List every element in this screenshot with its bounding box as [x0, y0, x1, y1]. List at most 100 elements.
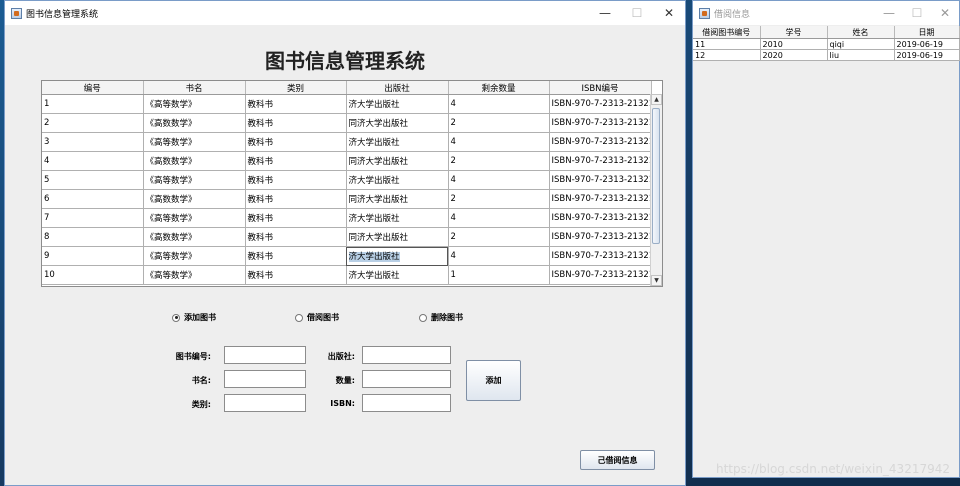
table-cell[interactable]: 1 — [448, 265, 550, 285]
table-cell[interactable]: ISBN-970-7-2313-21321 — [549, 113, 652, 133]
column-header[interactable]: 出版社 — [346, 81, 449, 95]
table-cell[interactable]: 4 — [448, 246, 550, 266]
table-cell[interactable]: 教科书 — [245, 170, 347, 190]
table-cell[interactable]: ISBN-970-7-2313-21321 — [549, 94, 652, 114]
table-cell[interactable]: 8 — [42, 227, 144, 247]
borrow-titlebar[interactable]: 借阅信息 — ☐ ✕ — [693, 1, 959, 25]
table-row[interactable]: 3 《高等数学》 教科书 济大学出版社 4 ISBN-970-7-2313-21321 — [42, 132, 652, 152]
table-cell[interactable]: 2 — [448, 227, 550, 247]
table-cell[interactable]: 10 — [42, 265, 144, 285]
maximize-icon[interactable]: ☐ — [621, 1, 653, 25]
table-row[interactable]: 6 《高数数学》 教科书 同济大学出版社 2 ISBN-970-7-2313-21321 — [42, 189, 652, 209]
table-cell[interactable]: 4 — [448, 132, 550, 152]
book-id-input[interactable] — [224, 346, 306, 364]
table-cell[interactable]: 教科书 — [245, 132, 347, 152]
quantity-input[interactable] — [362, 370, 451, 388]
main-titlebar[interactable]: 图书信息管理系统 — ☐ ✕ — [5, 1, 685, 25]
table-cell[interactable]: 2 — [42, 113, 144, 133]
column-header[interactable]: 姓名 — [827, 26, 895, 39]
column-header[interactable]: 日期 — [894, 26, 960, 39]
table-cell[interactable]: 济大学出版社 — [346, 132, 449, 152]
table-cell[interactable]: 济大学出版社 — [346, 208, 449, 228]
column-header[interactable]: 借阅图书编号 — [693, 26, 761, 39]
table-cell[interactable]: 2020 — [760, 49, 828, 61]
table-cell[interactable]: 《高等数学》 — [143, 132, 246, 152]
table-row[interactable]: 10 《高等数学》 教科书 济大学出版社 1 ISBN-970-7-2313-21321 — [42, 265, 652, 285]
radio-borrow-book[interactable]: 借阅图书 — [295, 312, 339, 323]
table-scrollbar[interactable]: ▲ ▼ — [650, 94, 662, 286]
table-cell[interactable]: 教科书 — [245, 151, 347, 171]
table-cell[interactable]: ISBN-970-7-2313-21321 — [549, 170, 652, 190]
radio-delete-book[interactable]: 删除图书 — [419, 312, 463, 323]
table-cell[interactable]: 《高等数学》 — [143, 170, 246, 190]
table-row[interactable]: 5 《高等数学》 教科书 济大学出版社 4 ISBN-970-7-2313-21321 — [42, 170, 652, 190]
table-cell[interactable]: 4 — [448, 208, 550, 228]
table-cell[interactable]: 教科书 — [245, 94, 347, 114]
table-cell[interactable]: 7 — [42, 208, 144, 228]
maximize-icon[interactable]: ☐ — [903, 1, 931, 25]
table-cell[interactable]: 济大学出版社 — [346, 265, 449, 285]
table-row[interactable]: 7 《高等数学》 教科书 济大学出版社 4 ISBN-970-7-2313-21321 — [42, 208, 652, 228]
table-cell[interactable]: 4 — [42, 151, 144, 171]
table-cell[interactable]: 《高等数学》 — [143, 265, 246, 285]
table-cell[interactable]: 2 — [448, 189, 550, 209]
table-cell[interactable]: 4 — [448, 170, 550, 190]
column-header[interactable]: 类别 — [245, 81, 347, 95]
table-cell[interactable]: ISBN-970-7-2313-21321 — [549, 208, 652, 228]
scroll-up-icon[interactable]: ▲ — [651, 94, 662, 105]
table-cell[interactable]: liu — [827, 49, 895, 61]
column-header[interactable]: 剩余数量 — [448, 81, 550, 95]
table-cell[interactable]: 教科书 — [245, 208, 347, 228]
scroll-thumb[interactable] — [652, 108, 660, 244]
column-header[interactable]: 学号 — [760, 26, 828, 39]
table-cell[interactable]: 《高数数学》 — [143, 227, 246, 247]
table-cell[interactable]: 2 — [448, 113, 550, 133]
table-cell[interactable]: 济大学出版社 — [346, 246, 449, 266]
table-cell[interactable]: 《高等数学》 — [143, 246, 246, 266]
table-cell[interactable]: 同济大学出版社 — [346, 151, 449, 171]
table-row[interactable]: 11 2010 qiqi 2019-06-19 — [693, 38, 960, 50]
column-header[interactable]: 书名 — [143, 81, 246, 95]
table-row[interactable]: 1 《高等数学》 教科书 济大学出版社 4 ISBN-970-7-2313-21321 — [42, 94, 652, 114]
column-header[interactable]: ISBN编号 — [549, 81, 652, 95]
title-input[interactable] — [224, 370, 306, 388]
table-cell[interactable]: 9 — [42, 246, 144, 266]
table-cell[interactable]: ISBN-970-7-2313-21321 — [549, 151, 652, 171]
table-cell[interactable]: ISBN-970-7-2313-21321 — [549, 132, 652, 152]
table-cell[interactable]: 《高等数学》 — [143, 208, 246, 228]
table-cell[interactable]: 同济大学出版社 — [346, 113, 449, 133]
category-input[interactable] — [224, 394, 306, 412]
books-table[interactable]: 编号 书名 类别 出版社 剩余数量 ISBN编号 1 《高等数学》 教科书 济大学出版社 4 ISB… — [41, 80, 663, 287]
table-cell[interactable]: ISBN-970-7-2313-21321 — [549, 189, 652, 209]
close-icon[interactable]: ✕ — [931, 1, 959, 25]
table-cell[interactable]: 4 — [448, 94, 550, 114]
table-cell[interactable]: 教科书 — [245, 246, 347, 266]
table-cell[interactable]: ISBN-970-7-2313-21321 — [549, 227, 652, 247]
table-row[interactable]: 4 《高数数学》 教科书 同济大学出版社 2 ISBN-970-7-2313-21321 — [42, 151, 652, 171]
table-cell[interactable]: ISBN-970-7-2313-21321 — [549, 246, 652, 266]
table-cell[interactable]: ISBN-970-7-2313-21321 — [549, 265, 652, 285]
table-cell[interactable]: 11 — [693, 38, 761, 50]
table-cell[interactable]: 5 — [42, 170, 144, 190]
table-row[interactable]: 12 2020 liu 2019-06-19 — [693, 49, 960, 61]
borrow-table[interactable]: 借阅图书编号 学号 姓名 日期 11 2010 qiqi 2019-06-19 12 2020 l… — [693, 26, 960, 61]
table-cell[interactable]: 2019-06-19 — [894, 49, 960, 61]
table-cell[interactable]: 教科书 — [245, 113, 347, 133]
table-cell[interactable]: 济大学出版社 — [346, 94, 449, 114]
table-row[interactable]: 9 《高等数学》 教科书 济大学出版社 4 ISBN-970-7-2313-21321 — [42, 246, 652, 266]
table-cell[interactable]: 3 — [42, 132, 144, 152]
table-cell[interactable]: 教科书 — [245, 189, 347, 209]
table-cell[interactable]: 2010 — [760, 38, 828, 50]
table-cell[interactable]: 《高等数学》 — [143, 94, 246, 114]
table-cell[interactable]: 《高数数学》 — [143, 113, 246, 133]
add-book-button[interactable]: 添加 — [466, 360, 521, 401]
table-row[interactable]: 2 《高数数学》 教科书 同济大学出版社 2 ISBN-970-7-2313-21321 — [42, 113, 652, 133]
minimize-icon[interactable]: — — [875, 1, 903, 25]
table-cell[interactable]: 教科书 — [245, 265, 347, 285]
table-cell[interactable]: 6 — [42, 189, 144, 209]
borrowed-info-button[interactable]: 己借阅信息 — [580, 450, 655, 470]
table-cell[interactable]: 2019-06-19 — [894, 38, 960, 50]
column-header[interactable]: 编号 — [42, 81, 144, 95]
table-cell[interactable]: qiqi — [827, 38, 895, 50]
table-cell[interactable]: 同济大学出版社 — [346, 227, 449, 247]
